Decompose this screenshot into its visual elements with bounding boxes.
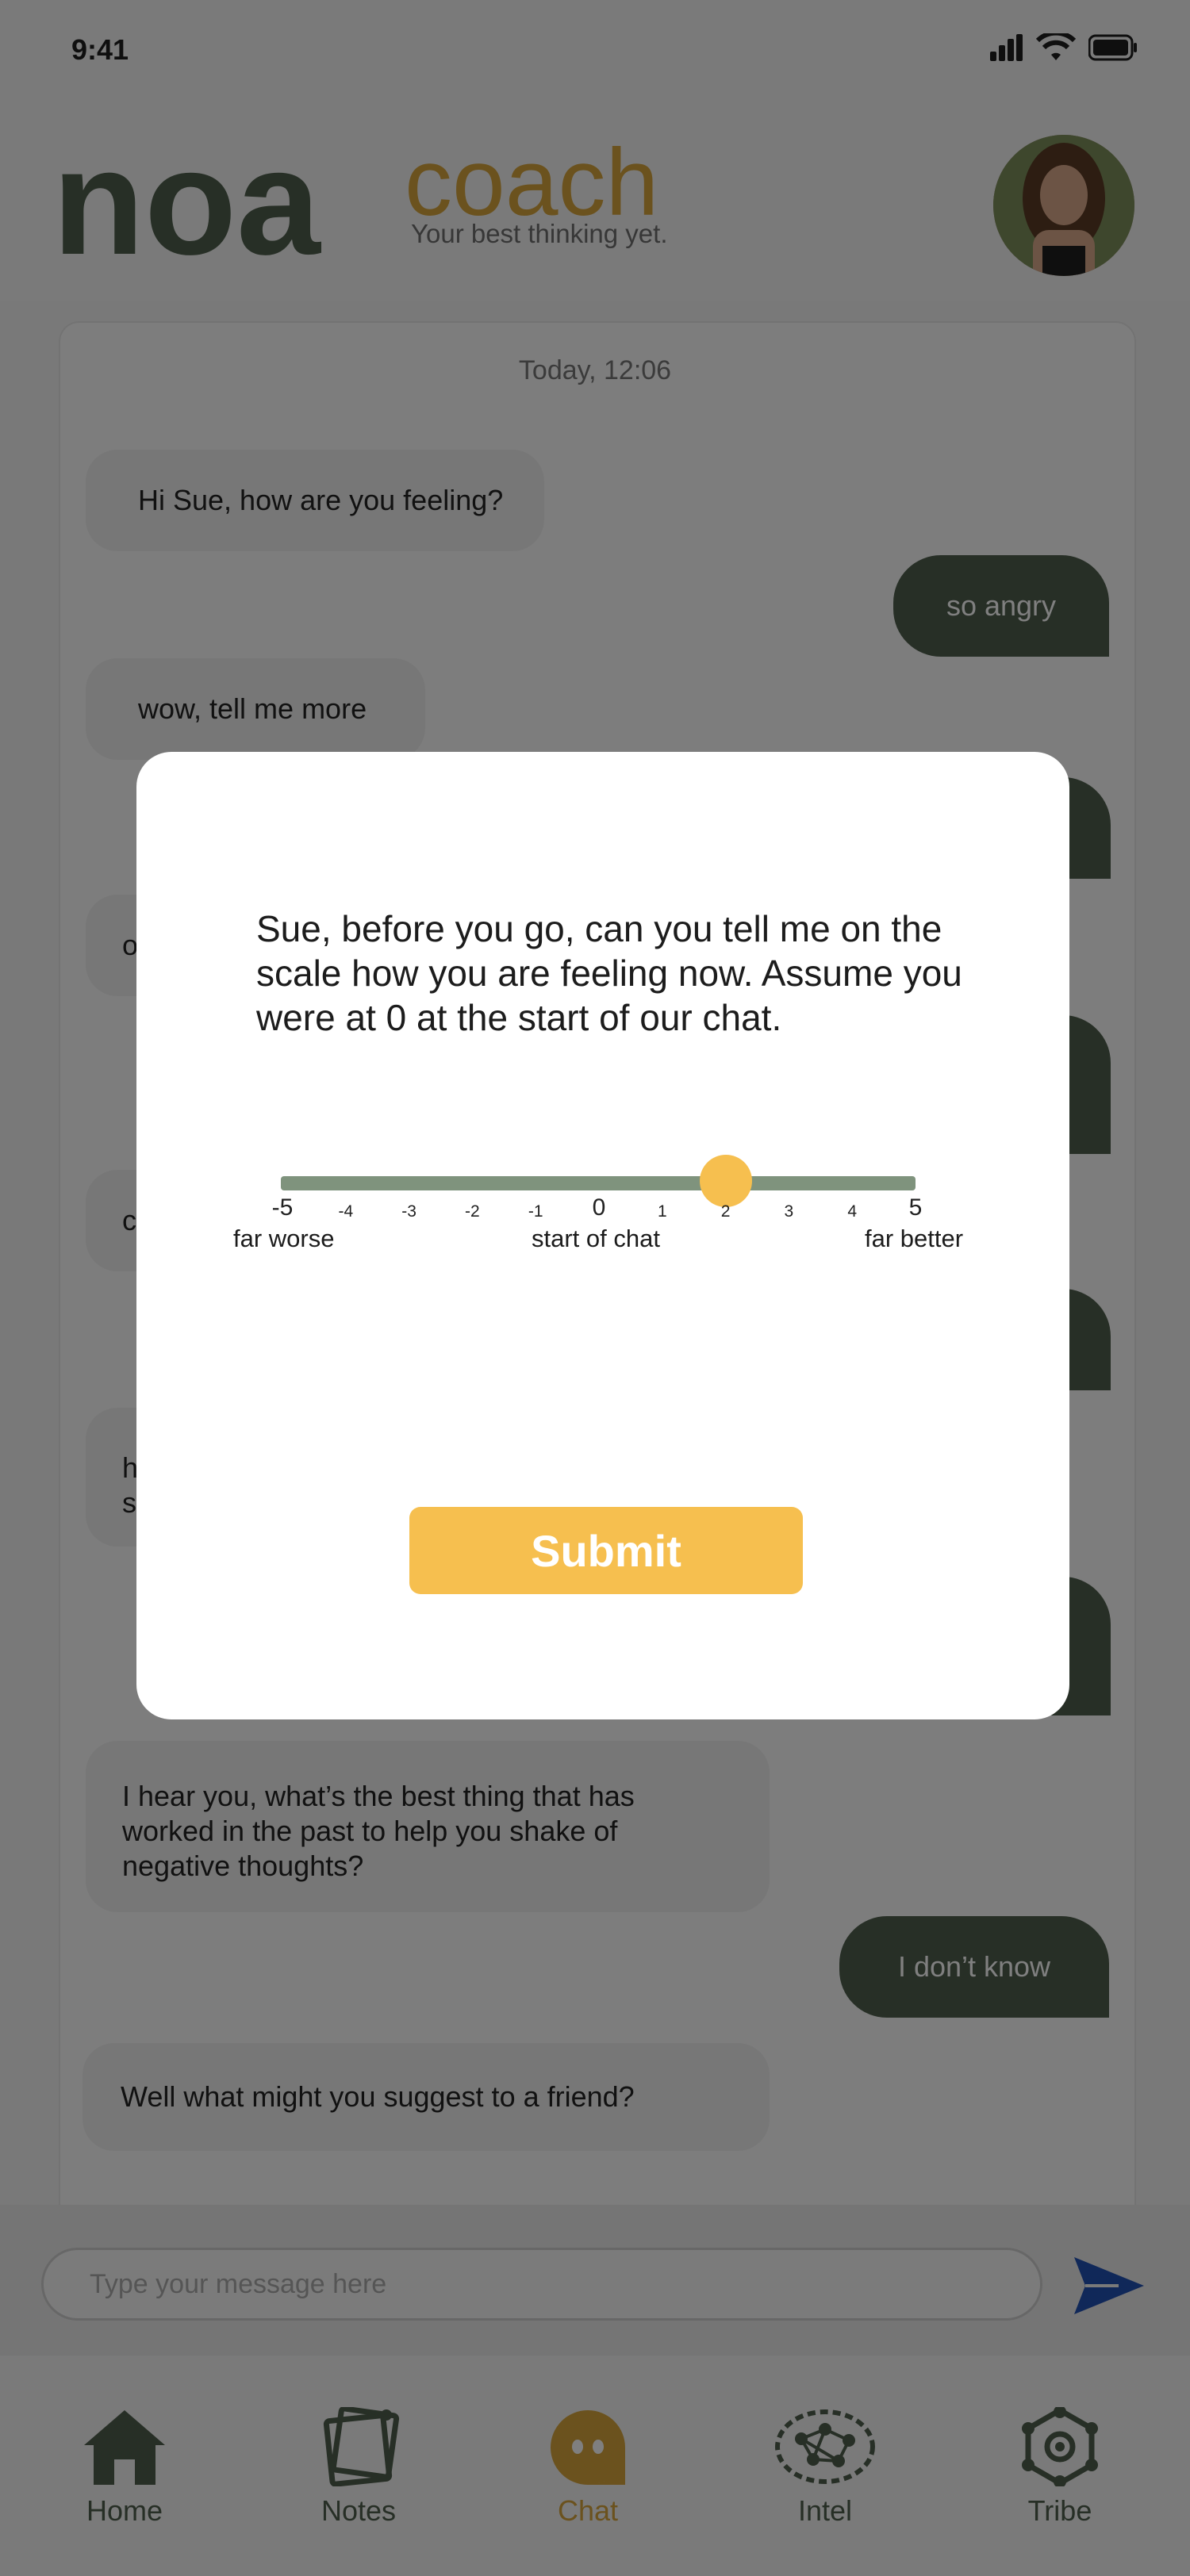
slider-tick-label: 2 — [720, 1202, 731, 1221]
slider-tick-label: -3 — [401, 1202, 416, 1221]
slider-tick-label: 5 — [908, 1194, 923, 1221]
slider-tick-label: 4 — [847, 1202, 858, 1221]
feeling-slider-track[interactable] — [281, 1176, 916, 1190]
slider-tick-label: 3 — [784, 1202, 794, 1221]
slider-tick-label: 1 — [657, 1202, 667, 1221]
slider-tick-label: -5 — [271, 1194, 294, 1221]
scale-min-label: far worse — [233, 1225, 335, 1252]
feeling-slider-thumb[interactable] — [699, 1155, 752, 1207]
slider-tick-label: -4 — [338, 1202, 354, 1221]
slider-tick-label: 0 — [592, 1194, 606, 1221]
slider-tick-label: -2 — [465, 1202, 480, 1221]
slider-tick-label: -1 — [528, 1202, 543, 1221]
submit-button[interactable]: Submit — [409, 1507, 803, 1594]
scale-max-label: far better — [865, 1225, 964, 1252]
dialog-question: Sue, before you go, can you tell me on t… — [256, 908, 962, 1038]
scale-mid-label: start of chat — [532, 1225, 660, 1252]
